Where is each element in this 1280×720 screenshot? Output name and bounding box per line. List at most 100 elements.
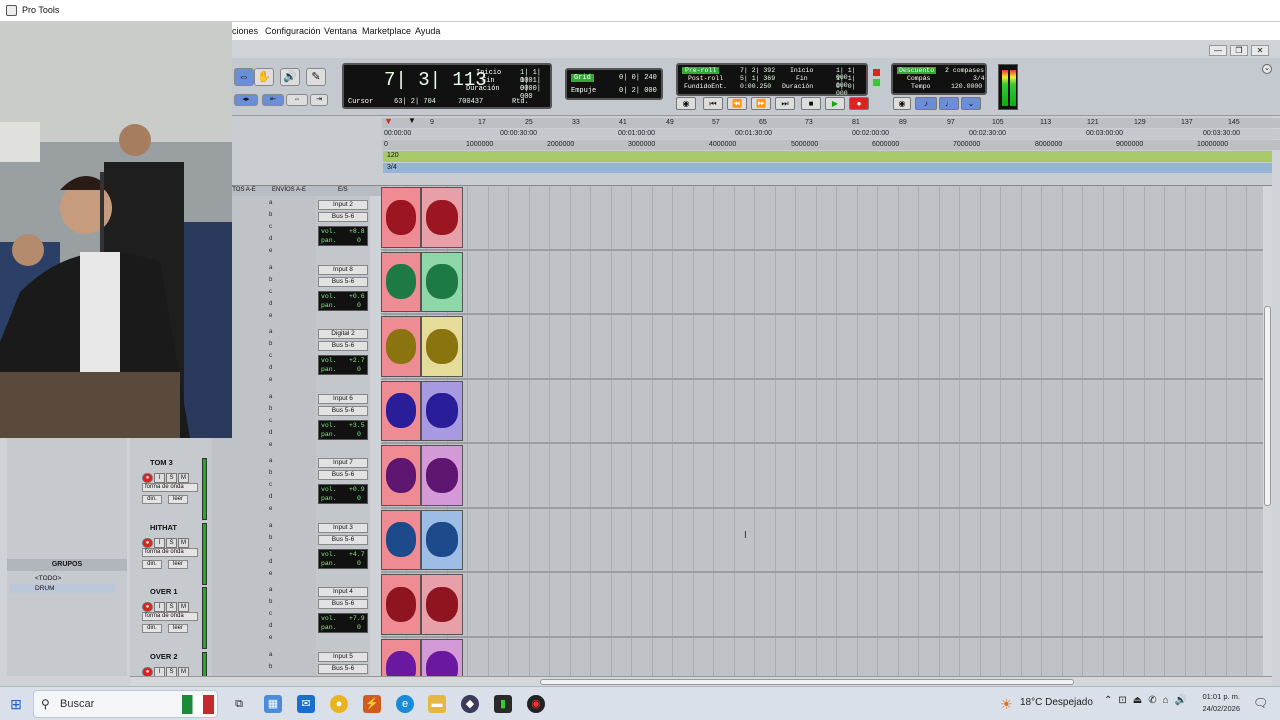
- solo-button[interactable]: S: [166, 537, 177, 548]
- audio-clip[interactable]: [381, 251, 421, 312]
- weather-text[interactable]: 18°C Despejado: [1020, 697, 1093, 708]
- send-slot[interactable]: e: [269, 571, 272, 577]
- output-selector[interactable]: Bus 5-6: [318, 341, 368, 351]
- volume-pan-display[interactable]: vol. +0.6 pan. 0: [318, 290, 368, 311]
- audio-clip[interactable]: [421, 251, 463, 312]
- edit-tracks-area[interactable]: [381, 186, 1268, 702]
- send-slot[interactable]: d: [269, 623, 272, 629]
- audio-clip[interactable]: [421, 574, 463, 635]
- output-selector[interactable]: Bus 5-6: [318, 534, 368, 545]
- vertical-scrollbar[interactable]: [1263, 186, 1272, 676]
- zoom-toggle-icon[interactable]: ◂▸: [234, 94, 258, 106]
- input-monitor-button[interactable]: I: [154, 537, 165, 548]
- output-selector[interactable]: Bus 5-6: [318, 212, 368, 222]
- send-slot[interactable]: a: [269, 587, 272, 593]
- audio-clip[interactable]: [421, 187, 463, 248]
- meter-marker[interactable]: 3/4: [387, 164, 397, 171]
- link-track-icon[interactable]: ⇥: [310, 94, 328, 106]
- send-slot[interactable]: d: [269, 365, 272, 371]
- chrome-icon[interactable]: ●: [330, 695, 348, 713]
- audio-meter-icon[interactable]: ▮: [494, 695, 512, 713]
- obs-icon[interactable]: ◉: [527, 695, 545, 713]
- app-orange-icon[interactable]: ⚡: [363, 695, 381, 713]
- send-slot[interactable]: d: [269, 430, 272, 436]
- send-slot[interactable]: e: [269, 377, 272, 383]
- pro-tools-icon[interactable]: ◆: [461, 695, 479, 713]
- compas-value[interactable]: 3/4: [973, 75, 985, 82]
- main-counter[interactable]: 7| 3| 113 Inicio 1| 1| 000 Fin 1| 1| 000…: [342, 63, 552, 109]
- rtd-label[interactable]: Rtd.: [512, 98, 529, 106]
- transport-duracion-value[interactable]: 0| 0| 000: [836, 83, 866, 97]
- audio-clip[interactable]: [421, 380, 463, 441]
- countoff-value[interactable]: 2 compases: [945, 67, 984, 74]
- samples-ruler[interactable]: [382, 140, 1280, 150]
- grabber-hand-icon[interactable]: ✋: [254, 68, 274, 86]
- send-slot[interactable]: c: [269, 353, 272, 359]
- tempo-value[interactable]: 120.0000: [951, 83, 982, 90]
- send-slot[interactable]: b: [269, 341, 272, 347]
- task-view-icon[interactable]: ⧉: [230, 695, 248, 713]
- audio-clip[interactable]: [381, 445, 421, 506]
- speaker-icon[interactable]: 🔊: [280, 68, 300, 86]
- group-item[interactable]: DRUM: [9, 584, 115, 593]
- track-name[interactable]: OVER 2: [140, 652, 202, 663]
- mute-button[interactable]: M: [178, 473, 189, 483]
- send-slot[interactable]: a: [269, 394, 272, 400]
- send-slot[interactable]: c: [269, 547, 272, 553]
- audio-clip[interactable]: [381, 187, 421, 248]
- dyn-button[interactable]: din.: [142, 495, 162, 504]
- send-slot[interactable]: b: [269, 470, 272, 476]
- send-slot[interactable]: a: [269, 200, 272, 206]
- groups-title[interactable]: GRUPOS: [7, 559, 127, 571]
- track-view-selector[interactable]: forma de onda: [142, 483, 198, 492]
- dyn-button[interactable]: din.: [142, 559, 162, 569]
- input-selector[interactable]: Input 2: [318, 200, 368, 210]
- send-slot[interactable]: b: [269, 535, 272, 541]
- vertical-scroll-thumb[interactable]: [1264, 306, 1271, 506]
- store-icon[interactable]: ▦: [264, 695, 282, 713]
- mute-button[interactable]: M: [178, 537, 189, 548]
- pencil-icon[interactable]: ✎: [306, 68, 326, 86]
- solo-button[interactable]: S: [166, 473, 177, 483]
- preroll-label[interactable]: Pre-roll: [682, 67, 720, 74]
- output-selector[interactable]: Bus 5-6: [318, 405, 368, 416]
- menu-marketplace[interactable]: Marketplace: [362, 26, 411, 36]
- audio-clip[interactable]: [381, 574, 421, 635]
- io-header[interactable]: E/S: [338, 187, 348, 193]
- send-slot[interactable]: b: [269, 664, 272, 670]
- tempo-marker[interactable]: 120: [387, 152, 399, 159]
- send-slot[interactable]: b: [269, 277, 272, 283]
- restore-button[interactable]: ❐: [1230, 45, 1248, 56]
- edge-icon[interactable]: e: [396, 695, 414, 713]
- track-name[interactable]: OVER 1: [140, 587, 202, 598]
- fundido-value[interactable]: 0:00.250: [740, 83, 771, 90]
- sends-header[interactable]: ENVÍOS A-E: [272, 187, 306, 193]
- send-slot[interactable]: e: [269, 248, 272, 254]
- output-selector[interactable]: Bus 5-6: [318, 276, 368, 287]
- send-slot[interactable]: e: [269, 635, 272, 641]
- tempo-map-button[interactable]: ⌄: [961, 97, 981, 110]
- go-to-end-button[interactable]: ⏭: [775, 97, 795, 110]
- send-slot[interactable]: c: [269, 611, 272, 617]
- volume-pan-display[interactable]: vol. +0.9 pan. 0: [318, 484, 368, 504]
- trim-tool-icon[interactable]: ⇔: [234, 68, 254, 86]
- send-slot[interactable]: b: [269, 406, 272, 412]
- countoff-label[interactable]: Descuento: [897, 67, 937, 74]
- tempo-ruler[interactable]: 120: [383, 151, 1272, 162]
- track-name[interactable]: TOM 3: [140, 458, 202, 469]
- audio-clip[interactable]: [381, 509, 421, 570]
- record-enable-button[interactable]: ●: [142, 666, 153, 677]
- track-name[interactable]: HITHAT: [140, 523, 202, 534]
- input-monitor-button[interactable]: I: [154, 666, 165, 677]
- sends-column[interactable]: abcdeabcdeabcdeabcdeabcdeabcdeabcdeabcde: [266, 196, 316, 706]
- input-selector[interactable]: Input 5: [318, 651, 368, 662]
- fast-forward-button[interactable]: ⏩: [751, 97, 771, 110]
- group-item[interactable]: <TODO>: [9, 574, 115, 583]
- fundido-label[interactable]: FundidoEnt.: [684, 83, 727, 90]
- toolbar-menu-icon[interactable]: ⌄: [1262, 64, 1272, 74]
- send-slot[interactable]: c: [269, 418, 272, 424]
- inserts-header[interactable]: RTOS A-E: [228, 187, 256, 193]
- record-enable-button[interactable]: ●: [142, 473, 153, 483]
- mute-button[interactable]: M: [178, 666, 189, 677]
- input-selector[interactable]: Input 6: [318, 393, 368, 404]
